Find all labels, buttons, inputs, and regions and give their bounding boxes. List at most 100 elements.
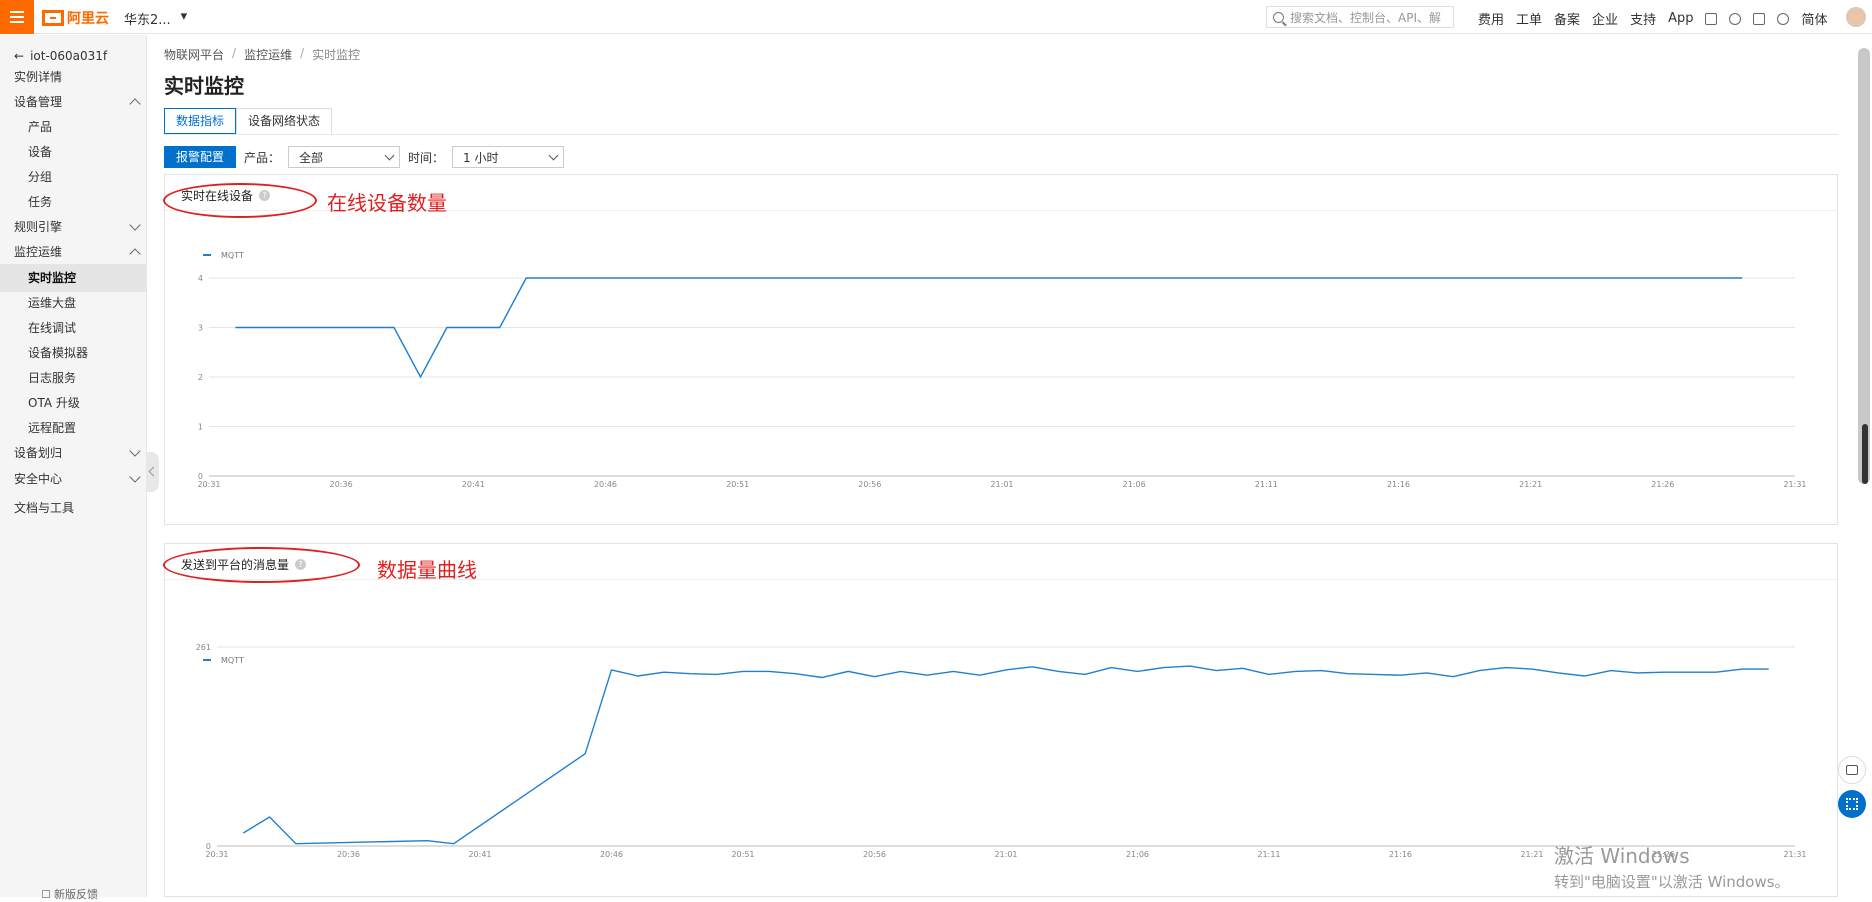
chevron-down-icon[interactable] bbox=[129, 471, 141, 483]
chevron-down-icon[interactable] bbox=[129, 445, 141, 457]
cart-icon[interactable] bbox=[1753, 12, 1766, 25]
sidebar-item-label: 实时监控 bbox=[28, 271, 77, 285]
sidebar-item[interactable]: 分组 bbox=[0, 163, 147, 191]
grid-icon bbox=[1846, 798, 1858, 810]
x-tick-label: 20:56 bbox=[858, 480, 881, 489]
sidebar-item[interactable]: 任务 bbox=[0, 188, 147, 216]
scrollbar-thumb[interactable] bbox=[1862, 424, 1868, 484]
chat-button[interactable] bbox=[1838, 756, 1866, 784]
product-label: 产品： bbox=[244, 150, 281, 165]
breadcrumb-iot-platform[interactable]: 物联网平台 bbox=[164, 46, 224, 63]
sidebar-item[interactable]: 运维大盘 bbox=[0, 289, 147, 317]
sidebar-item-label: 远程配置 bbox=[28, 421, 77, 435]
back-to-instance[interactable]: ← iot-060a031f bbox=[14, 49, 107, 63]
product-select[interactable]: 全部 bbox=[288, 146, 401, 168]
alarm-config-button[interactable]: 报警配置 bbox=[164, 146, 237, 168]
sidebar-item[interactable]: 设备划归 bbox=[0, 439, 147, 467]
breadcrumb-monitoring[interactable]: 监控运维 bbox=[244, 46, 292, 63]
chevron-up-icon[interactable] bbox=[129, 248, 141, 260]
y-tick-label: 3 bbox=[198, 324, 203, 333]
x-tick-label: 21:11 bbox=[1255, 480, 1278, 489]
apps-button[interactable] bbox=[1838, 790, 1866, 818]
top-link-fees[interactable]: 费用 bbox=[1478, 9, 1504, 28]
sidebar-item[interactable]: 设备 bbox=[0, 138, 147, 166]
sidebar-item-label: 规则引擎 bbox=[14, 220, 63, 234]
sidebar-item[interactable]: 在线调试 bbox=[0, 314, 147, 342]
feedback-toggle[interactable]: 新版反馈 bbox=[42, 886, 98, 902]
sidebar-item[interactable]: 实时监控 bbox=[0, 264, 147, 292]
top-link-support[interactable]: 支持 bbox=[1630, 9, 1656, 28]
logo-mark-icon bbox=[42, 10, 64, 26]
sidebar-item[interactable]: 安全中心 bbox=[0, 465, 147, 493]
sidebar-item-label: 运维大盘 bbox=[28, 296, 77, 310]
x-tick-label: 21:21 bbox=[1520, 850, 1543, 859]
sidebar-item-label: 设备划归 bbox=[14, 446, 63, 460]
y-tick-label: 4 bbox=[198, 274, 203, 283]
x-tick-label: 21:11 bbox=[1257, 850, 1280, 859]
sidebar-collapse-handle[interactable] bbox=[147, 452, 159, 492]
y-tick-label: 2 bbox=[198, 373, 203, 382]
x-tick-label: 21:16 bbox=[1387, 480, 1410, 489]
sidebar-item[interactable]: 远程配置 bbox=[0, 414, 147, 442]
time-range-select[interactable]: 1 小时 bbox=[452, 146, 565, 168]
sidebar-item[interactable]: 产品 bbox=[0, 113, 147, 141]
sidebar-item[interactable]: 规则引擎 bbox=[0, 213, 147, 241]
page-scrollbar[interactable] bbox=[1858, 48, 1870, 484]
top-link-tickets[interactable]: 工单 bbox=[1516, 9, 1542, 28]
sidebar-item[interactable]: 设备模拟器 bbox=[0, 339, 147, 367]
sidebar-item-label: 监控运维 bbox=[14, 245, 63, 259]
tab-bar: 数据指标 设备网络状态 bbox=[164, 108, 333, 135]
x-tick-label: 20:56 bbox=[863, 850, 886, 859]
region-selector[interactable]: 华东2... ▾ bbox=[124, 9, 187, 28]
x-tick-label: 21:31 bbox=[1783, 480, 1806, 489]
caret-down-icon: ▾ bbox=[180, 9, 188, 24]
menu-icon[interactable] bbox=[0, 0, 34, 34]
x-tick-label: 20:51 bbox=[726, 480, 749, 489]
region-label: 华东2... bbox=[124, 13, 171, 28]
avatar[interactable] bbox=[1846, 7, 1866, 27]
chevron-down-icon[interactable] bbox=[129, 219, 141, 231]
top-link-app[interactable]: App bbox=[1668, 11, 1693, 26]
sidebar-item-label: 分组 bbox=[28, 170, 53, 184]
instance-id: iot-060a031f bbox=[30, 49, 108, 63]
tab-data-metrics[interactable]: 数据指标 bbox=[164, 108, 237, 135]
breadcrumb: 物联网平台 / 监控运维 / 实时监控 bbox=[164, 46, 360, 63]
x-tick-label: 21:01 bbox=[990, 480, 1013, 489]
tab-device-network-status[interactable]: 设备网络状态 bbox=[236, 108, 333, 135]
x-tick-label: 21:16 bbox=[1389, 850, 1412, 859]
bell-icon[interactable] bbox=[1729, 12, 1742, 25]
online-devices-chart: MQTT0123420:31 20:36 20:41 20:46 20:51 20:56 2… bbox=[197, 251, 1806, 489]
chevron-up-icon[interactable] bbox=[129, 98, 141, 110]
sidebar-item-label: OTA 升级 bbox=[28, 396, 80, 410]
top-links: 费用 工单 备案 企业 支持 App 简体 bbox=[1478, 9, 1828, 28]
x-tick-label: 20:46 bbox=[600, 850, 623, 859]
sidebar-item[interactable]: 设备管理 bbox=[0, 88, 147, 116]
sidebar-item[interactable]: OTA 升级 bbox=[0, 389, 147, 417]
windows-activation-watermark: 激活 Windows 转到"电脑设置"以激活 Windows。 bbox=[1554, 840, 1790, 892]
x-tick-label: 21:26 bbox=[1651, 480, 1674, 489]
product-select-value: 全部 bbox=[299, 150, 324, 165]
y-tick-label: 261 bbox=[196, 643, 211, 652]
annotation-online-devices: 在线设备数量 bbox=[327, 191, 447, 215]
sidebar-item-label: 设备管理 bbox=[14, 95, 63, 109]
filter-bar: 报警配置 产品： 全部 时间： 1 小时 bbox=[164, 146, 565, 168]
terminal-icon[interactable] bbox=[1705, 12, 1718, 25]
feedback-label: 新版反馈 bbox=[54, 888, 98, 901]
sidebar-item[interactable]: 实例详情 bbox=[0, 63, 147, 91]
sidebar-item-label: 设备模拟器 bbox=[28, 346, 89, 360]
sidebar-item[interactable]: 日志服务 bbox=[0, 364, 147, 392]
help-icon[interactable] bbox=[1777, 12, 1790, 25]
breadcrumb-current: 实时监控 bbox=[312, 48, 361, 62]
top-link-enterprise[interactable]: 企业 bbox=[1592, 9, 1618, 28]
top-link-icp[interactable]: 备案 bbox=[1554, 9, 1580, 28]
sidebar-item[interactable]: 监控运维 bbox=[0, 238, 147, 266]
annotation-messages: 数据量曲线 bbox=[377, 558, 477, 582]
global-search-input[interactable]: 搜索文档、控制台、API、解 bbox=[1266, 6, 1454, 28]
top-bar: 阿里云 华东2... ▾ 搜索文档、控制台、API、解 费用 工单 备案 企业 … bbox=[0, 0, 1872, 34]
time-label: 时间： bbox=[408, 150, 445, 165]
online-devices-card: 实时在线设备 ? MQTT 0 1 2 3 4 20:31 20:36 20:41 20:46 20… bbox=[164, 174, 1838, 525]
sidebar-item[interactable]: 文档与工具 bbox=[0, 494, 147, 522]
sidebar-item-label: 安全中心 bbox=[14, 472, 63, 486]
brand-logo[interactable]: 阿里云 bbox=[42, 8, 109, 28]
language-switch[interactable]: 简体 bbox=[1801, 9, 1827, 28]
